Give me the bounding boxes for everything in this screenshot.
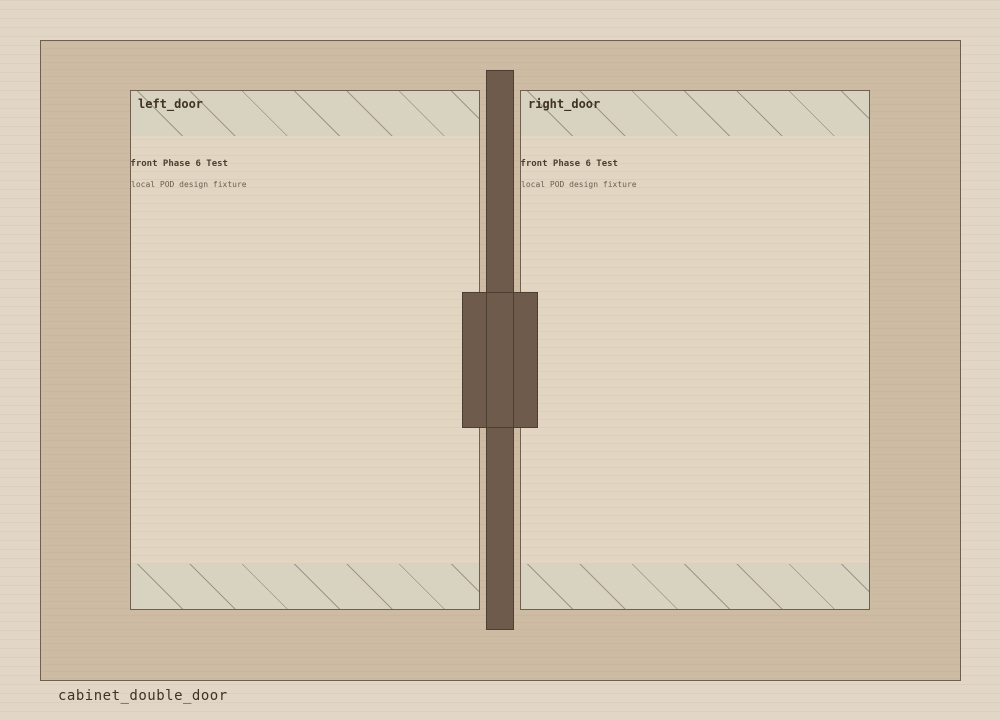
left-door-bottom-rail: [131, 564, 479, 609]
right-door[interactable]: right_door efront Phase 6 Test local POD…: [520, 90, 870, 610]
latch-seam-right: [513, 292, 514, 428]
right-door-label: right_door: [528, 97, 601, 111]
left-door-label: left_door: [138, 97, 204, 111]
latch-block[interactable]: [462, 292, 538, 428]
left-door[interactable]: left_door efront Phase 6 Test local POD …: [130, 90, 480, 610]
left-door-title: efront Phase 6 Test: [130, 159, 228, 169]
latch-seam-left: [486, 292, 487, 428]
diagram-caption: cabinet_double_door: [58, 688, 228, 704]
left-door-subtitle: local POD design fixture: [131, 180, 247, 189]
right-door-subtitle: local POD design fixture: [521, 180, 637, 189]
right-door-title: efront Phase 6 Test: [520, 159, 618, 169]
right-door-bottom-rail: [521, 564, 869, 609]
